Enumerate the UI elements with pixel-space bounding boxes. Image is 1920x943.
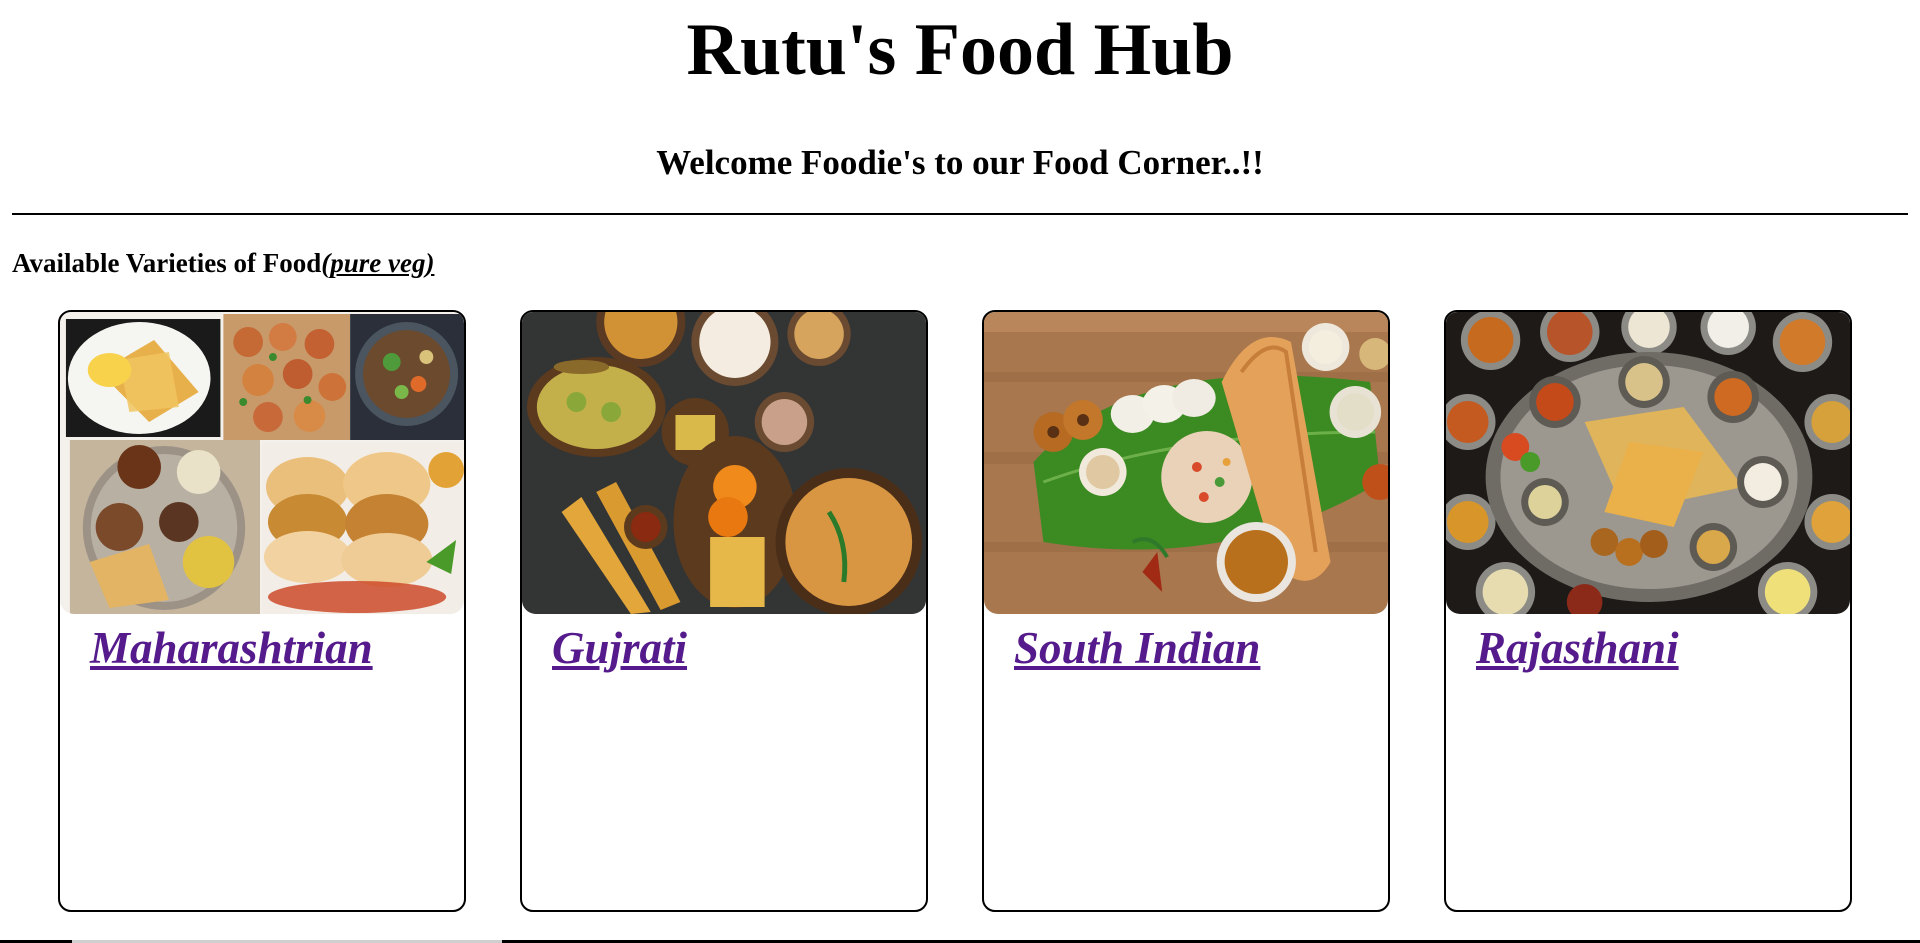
- south-indian-link[interactable]: South Indian: [1014, 620, 1260, 676]
- gujrati-link[interactable]: Gujrati: [552, 620, 687, 676]
- welcome-heading: Welcome Foodie's to our Food Corner..!!: [656, 143, 1264, 182]
- food-card-rajasthani: Rajasthani: [1444, 310, 1852, 912]
- section-subheading: (pure veg): [321, 248, 435, 278]
- food-card-gujrati: Gujrati: [520, 310, 928, 912]
- site-title: Rutu's Food Hub: [686, 9, 1234, 91]
- rajasthani-link[interactable]: Rajasthani: [1476, 620, 1679, 676]
- maharashtrian-link[interactable]: Maharashtrian: [90, 620, 373, 676]
- food-card-maharashtrian: Maharashtrian: [58, 310, 466, 912]
- horizontal-rule: [12, 213, 1908, 215]
- food-card-south-indian: South Indian: [982, 310, 1390, 912]
- gujrati-food-image[interactable]: [522, 312, 926, 614]
- section-heading: Available Varieties of Food(pure veg): [12, 246, 434, 280]
- rajasthani-food-image[interactable]: [1446, 312, 1850, 614]
- section-heading-text: Available Varieties of Food: [12, 248, 322, 278]
- south-indian-food-image[interactable]: [984, 312, 1388, 614]
- page: Rutu's Food Hub Welcome Foodie's to our …: [0, 0, 1920, 943]
- maharashtrian-food-image[interactable]: [60, 312, 464, 614]
